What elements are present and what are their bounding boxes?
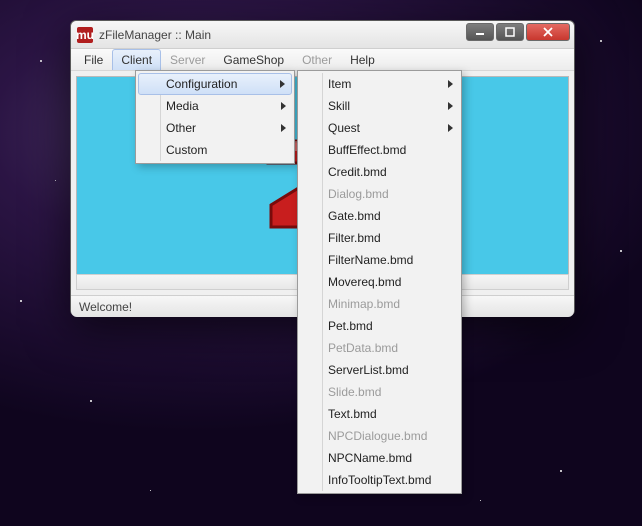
menu-item-npcname[interactable]: NPCName.bmd [300,447,459,469]
menu-item-label: Gate.bmd [328,209,381,223]
menu-other: Other [293,49,341,70]
window-title: zFileManager :: Main [99,28,211,42]
menu-item-label: Filter.bmd [328,231,381,245]
menu-server: Server [161,49,214,70]
menu-item-label: Skill [328,99,350,113]
menu-item-pet[interactable]: Pet.bmd [300,315,459,337]
menu-client[interactable]: Client [112,49,161,70]
close-button[interactable] [526,23,570,41]
app-icon-text: mu [76,28,94,42]
dropdown-configuration: Item Skill Quest BuffEffect.bmd Credit.b… [297,70,462,494]
submenu-arrow-icon [448,102,453,110]
menu-label: Client [121,53,152,67]
menu-item-custom[interactable]: Custom [138,139,292,161]
menu-item-credit[interactable]: Credit.bmd [300,161,459,183]
app-icon: mu [77,27,93,43]
menu-item-quest[interactable]: Quest [300,117,459,139]
menu-item-label: InfoTooltipText.bmd [328,473,431,487]
menu-item-label: Media [166,99,199,113]
minimize-button[interactable] [466,23,494,41]
menu-item-label: Configuration [166,77,237,91]
menu-label: Server [170,53,205,67]
menu-item-label: Quest [328,121,360,135]
menubar: File Client Server GameShop Other Help [71,49,574,71]
menu-item-gate[interactable]: Gate.bmd [300,205,459,227]
menu-item-filtername[interactable]: FilterName.bmd [300,249,459,271]
menu-item-filter[interactable]: Filter.bmd [300,227,459,249]
menu-gameshop[interactable]: GameShop [214,49,293,70]
menu-item-serverlist[interactable]: ServerList.bmd [300,359,459,381]
submenu-arrow-icon [448,124,453,132]
menu-item-text[interactable]: Text.bmd [300,403,459,425]
menu-item-label: Pet.bmd [328,319,373,333]
menu-item-label: PetData.bmd [328,341,398,355]
menu-item-buffeffect[interactable]: BuffEffect.bmd [300,139,459,161]
menu-item-label: Other [166,121,196,135]
menu-item-minimap: Minimap.bmd [300,293,459,315]
menu-item-label: BuffEffect.bmd [328,143,406,157]
menu-item-label: NPCName.bmd [328,451,412,465]
menu-label: File [84,53,103,67]
menu-item-label: Text.bmd [328,407,377,421]
dropdown-client: Configuration Media Other Custom [135,70,295,164]
submenu-arrow-icon [281,102,286,110]
status-text: Welcome! [79,300,132,314]
menu-item-label: FilterName.bmd [328,253,413,267]
menu-item-item[interactable]: Item [300,73,459,95]
menu-item-infotooltiptext[interactable]: InfoTooltipText.bmd [300,469,459,491]
menu-help[interactable]: Help [341,49,384,70]
submenu-arrow-icon [281,124,286,132]
menu-item-configuration[interactable]: Configuration [138,73,292,95]
menu-label: Help [350,53,375,67]
menu-item-skill[interactable]: Skill [300,95,459,117]
menu-item-label: Minimap.bmd [328,297,400,311]
menu-item-label: Custom [166,143,207,157]
menu-item-dialog: Dialog.bmd [300,183,459,205]
menu-item-petdata: PetData.bmd [300,337,459,359]
menu-item-label: Dialog.bmd [328,187,389,201]
menu-item-other[interactable]: Other [138,117,292,139]
menu-item-label: Movereq.bmd [328,275,401,289]
menu-item-npcdialogue: NPCDialogue.bmd [300,425,459,447]
submenu-arrow-icon [448,80,453,88]
menu-item-label: ServerList.bmd [328,363,409,377]
menu-item-label: Credit.bmd [328,165,387,179]
titlebar[interactable]: mu zFileManager :: Main [71,21,574,49]
window-buttons [466,23,570,41]
menu-item-label: NPCDialogue.bmd [328,429,427,443]
menu-label: Other [302,53,332,67]
submenu-arrow-icon [280,80,285,88]
menu-item-media[interactable]: Media [138,95,292,117]
maximize-button[interactable] [496,23,524,41]
menu-item-movereq[interactable]: Movereq.bmd [300,271,459,293]
menu-item-label: Item [328,77,351,91]
menu-item-slide: Slide.bmd [300,381,459,403]
menu-label: GameShop [223,53,284,67]
menu-item-label: Slide.bmd [328,385,381,399]
menu-file[interactable]: File [75,49,112,70]
